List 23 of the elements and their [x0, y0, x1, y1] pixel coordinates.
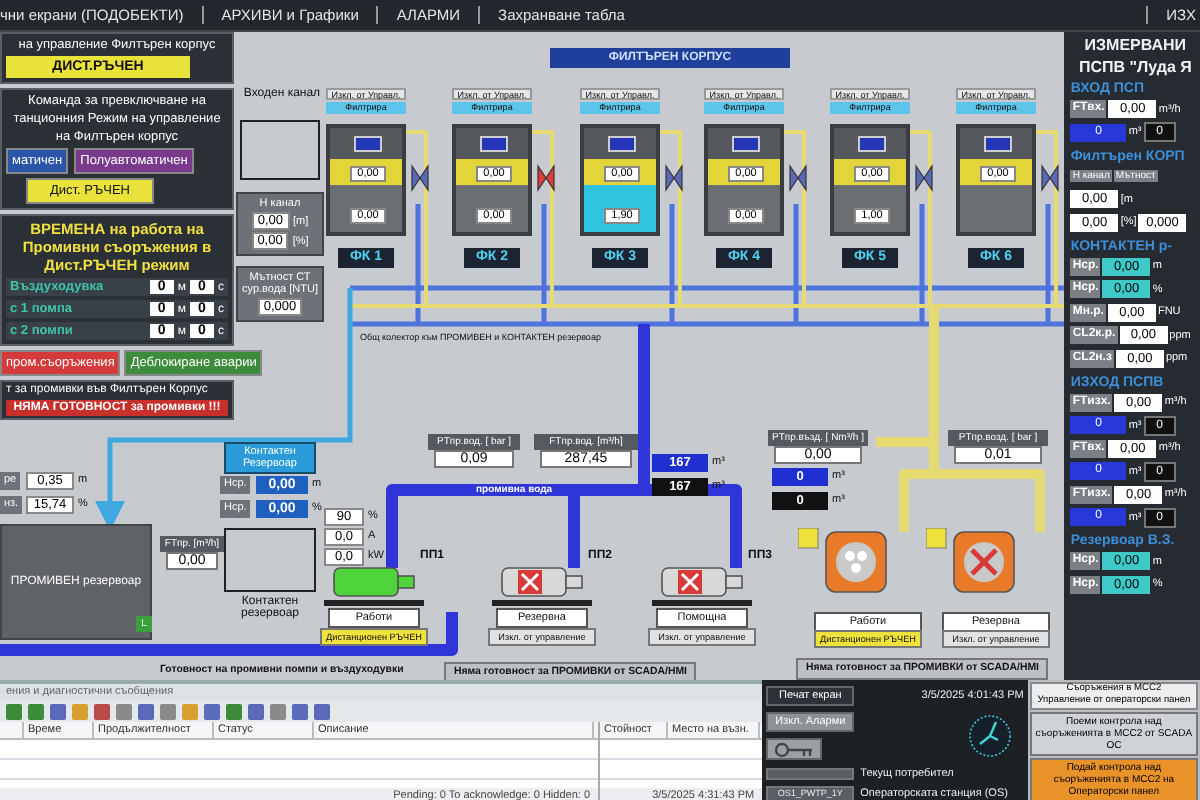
screen-icon	[858, 136, 886, 152]
valve-icon[interactable]	[411, 164, 429, 192]
key-icon	[774, 741, 815, 758]
valve-icon[interactable]	[789, 164, 807, 192]
valve-icon[interactable]	[1041, 164, 1059, 192]
reservoir-drawing	[224, 528, 316, 592]
key-button[interactable]	[766, 738, 823, 761]
valve-icon[interactable]	[537, 164, 555, 192]
valve-icon[interactable]	[665, 164, 683, 192]
screen-icon	[608, 136, 636, 152]
pump-base	[492, 600, 592, 606]
clock-drawing	[967, 714, 1012, 759]
panel-title: ПСПВ "Луда Я	[1076, 57, 1194, 75]
screen-icon	[480, 136, 508, 152]
user-field	[766, 767, 855, 780]
screen-icon	[732, 136, 760, 152]
panel-title: ИЗМЕРВАНИ	[1082, 36, 1189, 54]
valve-icon[interactable]	[915, 164, 933, 192]
pump-base	[652, 600, 752, 606]
channel-drawing	[240, 120, 320, 180]
pump-base	[324, 600, 424, 606]
screen-icon	[354, 136, 382, 152]
screen-icon	[984, 136, 1012, 152]
